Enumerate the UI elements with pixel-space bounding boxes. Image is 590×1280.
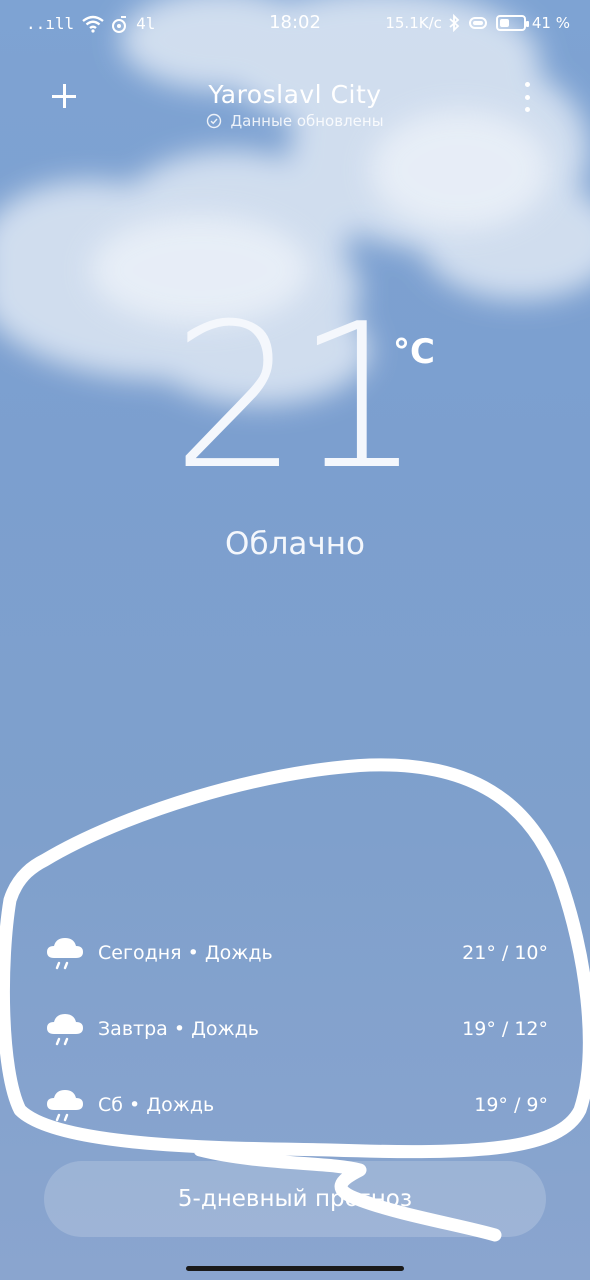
temperature-unit: °C: [393, 332, 435, 372]
net-speed: 15.1K/c: [385, 14, 442, 32]
city-name[interactable]: Yaroslavl City: [0, 80, 590, 109]
current-condition: Облачно: [225, 526, 365, 562]
forecast-label: Сб • Дождь: [98, 1094, 215, 1116]
status-bar: ..ıll 4l 18:02 15.1K/c 41 %: [0, 0, 590, 48]
more-dot-icon: [524, 107, 530, 112]
forecast-list: Сегодня • Дождь 21° / 10° Завтра • Дождь…: [44, 915, 548, 1143]
five-day-forecast-button[interactable]: 5-дневный прогноз: [44, 1161, 546, 1237]
rain-cloud-icon: [47, 1014, 83, 1046]
more-options-button[interactable]: [518, 82, 536, 112]
battery-percent: 41 %: [531, 14, 570, 32]
rain-cloud-icon: [47, 1090, 83, 1122]
updated-text: Данные обновлены: [230, 112, 384, 130]
forecast-label: Сегодня • Дождь: [98, 942, 273, 964]
forecast-temps: 21° / 10°: [462, 942, 548, 964]
check-circle-icon: [207, 113, 222, 129]
battery-icon: [495, 15, 529, 31]
forecast-row-saturday[interactable]: Сб • Дождь 19° / 9°: [44, 1067, 548, 1143]
rain-cloud-icon: [47, 938, 83, 970]
forecast-temps: 19° / 9°: [474, 1094, 548, 1116]
forecast-row-tomorrow[interactable]: Завтра • Дождь 19° / 12°: [44, 991, 548, 1067]
more-dot-icon: [524, 94, 530, 100]
current-temperature: 21: [171, 281, 423, 514]
more-dot-icon: [524, 82, 530, 87]
forecast-row-today[interactable]: Сегодня • Дождь 21° / 10°: [44, 915, 548, 991]
bluetooth-icon: [449, 14, 460, 32]
forecast-label: Завтра • Дождь: [98, 1018, 259, 1040]
weather-screen: ..ıll 4l 18:02 15.1K/c 41 % Yaroslavl Ci…: [0, 0, 590, 1280]
forecast-temps: 19° / 12°: [462, 1018, 548, 1040]
vibrate-icon: [468, 17, 487, 29]
home-indicator[interactable]: [186, 1266, 404, 1271]
update-status: Данные обновлены: [0, 112, 590, 130]
